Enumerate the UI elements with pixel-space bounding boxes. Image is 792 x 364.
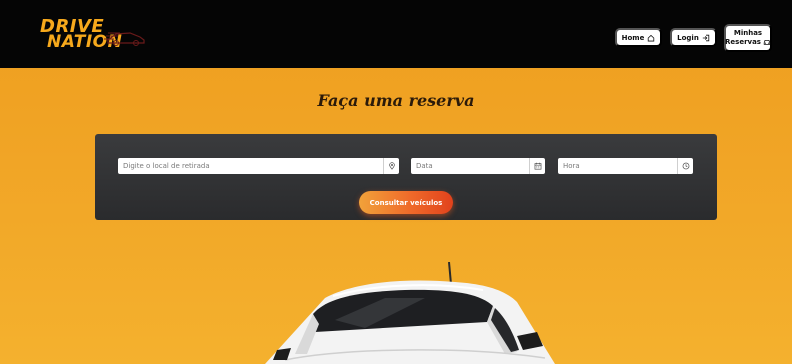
nav-home-label: Home xyxy=(621,33,645,42)
time-field[interactable] xyxy=(558,158,693,174)
consultar-veiculos-button[interactable]: Consultar veículos xyxy=(359,191,453,214)
nav-login-button[interactable]: Login xyxy=(670,28,717,47)
pickup-location-input[interactable] xyxy=(118,158,383,174)
nav-reservas-line1: Minhas xyxy=(733,28,763,37)
clock-icon[interactable] xyxy=(677,158,693,174)
logo-car-icon xyxy=(104,32,145,46)
nav-login-label: Login xyxy=(677,33,699,42)
home-icon xyxy=(648,34,655,41)
nav-home-button[interactable]: Home xyxy=(615,28,662,47)
nav-minhas-reservas-button[interactable]: Minhas Reservas xyxy=(724,24,772,52)
date-field[interactable] xyxy=(411,158,545,174)
pickup-location-field[interactable] xyxy=(118,158,399,174)
calendar-icon[interactable] xyxy=(529,158,545,174)
car-icon xyxy=(763,40,771,46)
drive-nation-logo[interactable]: DRIVE NATION xyxy=(40,18,145,52)
nav-reservas-line2: Reservas xyxy=(725,37,761,46)
page-title: Faça uma reserva xyxy=(317,91,475,110)
login-icon xyxy=(702,34,710,41)
white-car-image xyxy=(265,262,555,364)
location-pin-icon[interactable] xyxy=(383,158,399,174)
time-input[interactable] xyxy=(558,158,677,174)
top-navbar: DRIVE NATION Home Login Minhas Reservas xyxy=(0,0,792,68)
reservation-search-card: Consultar veículos xyxy=(95,134,717,220)
date-input[interactable] xyxy=(411,158,529,174)
